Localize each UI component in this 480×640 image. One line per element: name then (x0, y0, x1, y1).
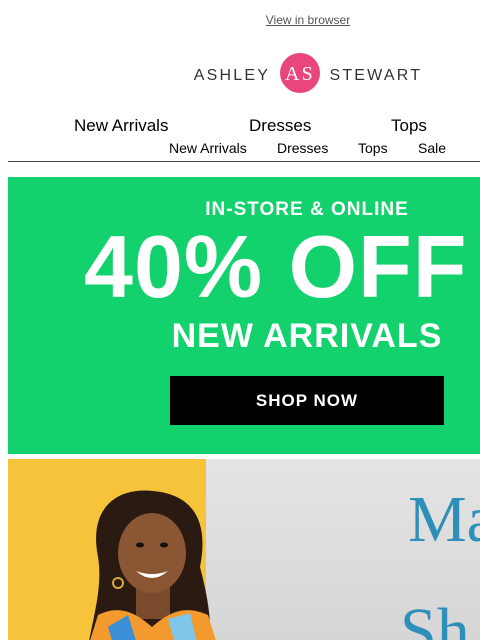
promo-banner[interactable]: IN-STORE & ONLINE 40% OFF NEW ARRIVALS S… (8, 177, 480, 454)
svg-text:AS: AS (285, 63, 315, 85)
shop-now-button[interactable]: SHOP NOW (170, 376, 444, 425)
nav-divider (8, 161, 480, 162)
nav-item-new-arrivals[interactable]: New Arrivals (74, 116, 168, 136)
model-photo (89, 490, 216, 640)
logo-word-right: STEWART (329, 66, 423, 84)
nav-item-tops[interactable]: Tops (391, 116, 427, 136)
hero-banner[interactable]: Ma Sh (8, 459, 480, 640)
hero-script-line-1: Ma (408, 483, 480, 556)
promo-subhead: NEW ARRIVALS (171, 317, 443, 355)
view-in-browser-link[interactable]: View in browser (0, 13, 480, 27)
brand-logo[interactable]: ASHLEY AS STEWART (0, 52, 480, 99)
sub-navigation: New Arrivals Dresses Tops Sale (0, 140, 480, 156)
subnav-item-tops[interactable]: Tops (358, 140, 388, 156)
logo-monogram-icon: AS (279, 52, 321, 99)
promo-headline: 40% OFF (84, 217, 468, 316)
subnav-item-new-arrivals[interactable]: New Arrivals (169, 140, 247, 156)
logo-word-left: ASHLEY (193, 66, 271, 84)
nav-item-dresses[interactable]: Dresses (249, 116, 311, 136)
main-navigation: New Arrivals Dresses Tops (0, 116, 480, 136)
hero-script-line-2: Sh (400, 595, 470, 640)
subnav-item-sale[interactable]: Sale (418, 140, 446, 156)
subnav-item-dresses[interactable]: Dresses (277, 140, 328, 156)
